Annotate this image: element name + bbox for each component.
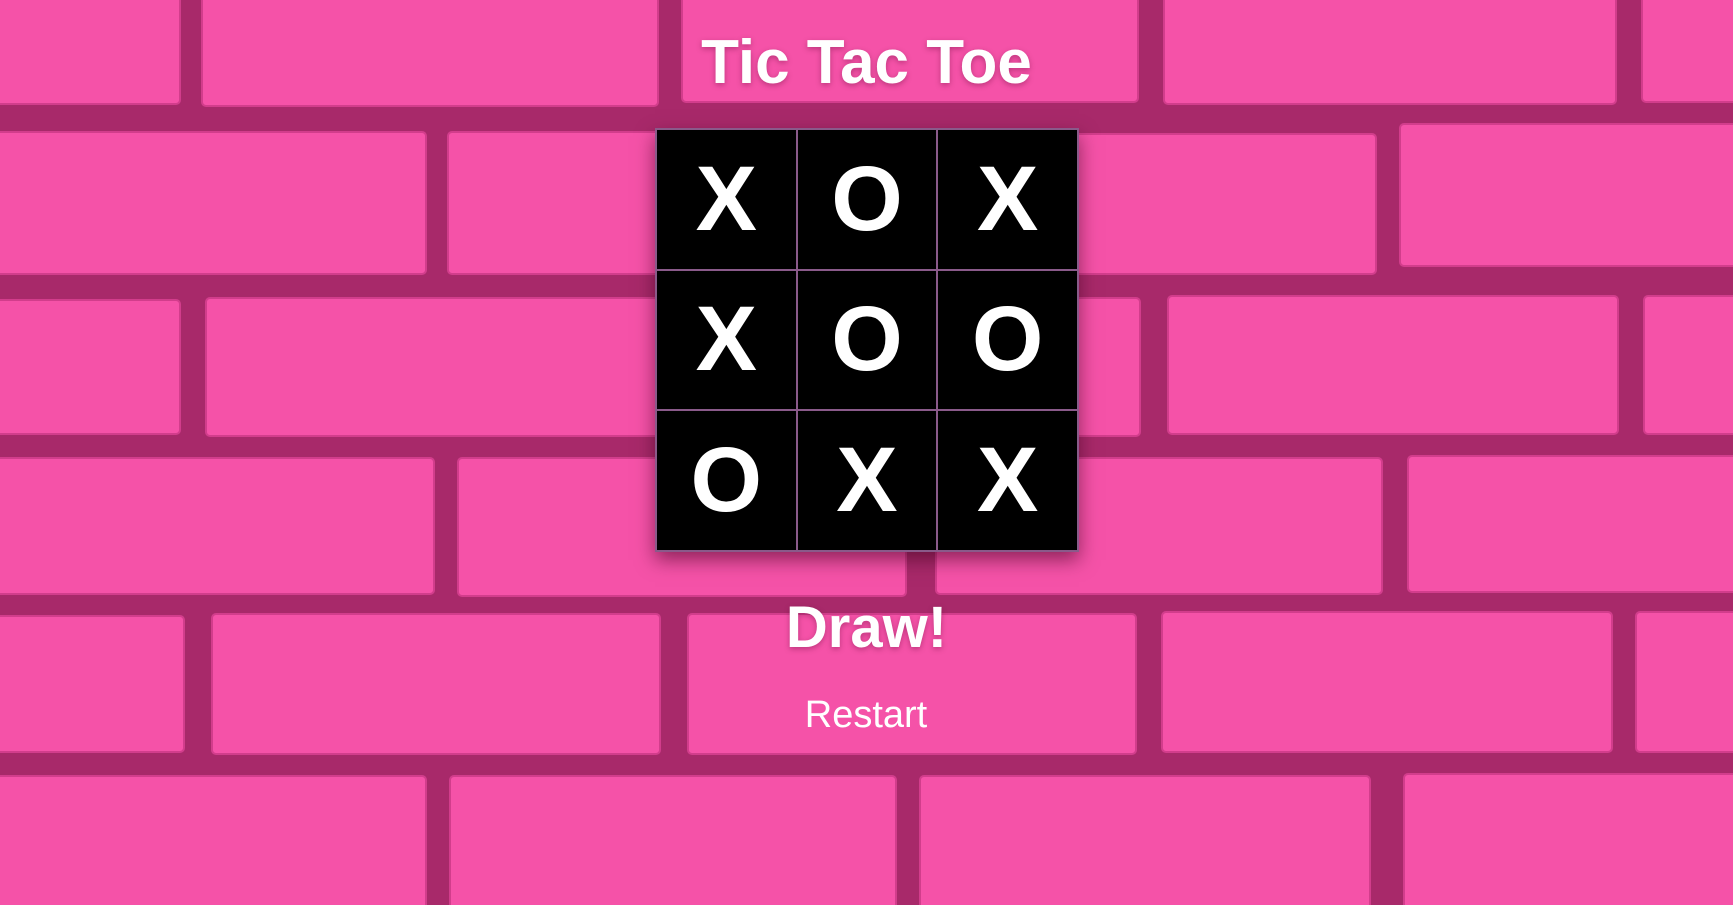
board-cell-3[interactable]: X	[937, 129, 1078, 270]
game-title: Tic Tac Toe	[701, 28, 1032, 97]
board-cell-8[interactable]: X	[796, 410, 938, 551]
board-cell-2[interactable]: O	[796, 129, 938, 270]
board-cell-9[interactable]: X	[937, 410, 1078, 551]
game-board: X O X X O O O X X	[655, 128, 1079, 552]
game-status: Draw!	[785, 595, 948, 660]
board-cell-4[interactable]: X	[656, 269, 797, 411]
board-cell-7[interactable]: O	[656, 410, 797, 551]
board-cell-6[interactable]: O	[937, 269, 1078, 411]
board-cell-1[interactable]: X	[656, 129, 797, 270]
restart-button[interactable]: Restart	[766, 692, 966, 738]
board-cell-5[interactable]: O	[796, 269, 938, 411]
